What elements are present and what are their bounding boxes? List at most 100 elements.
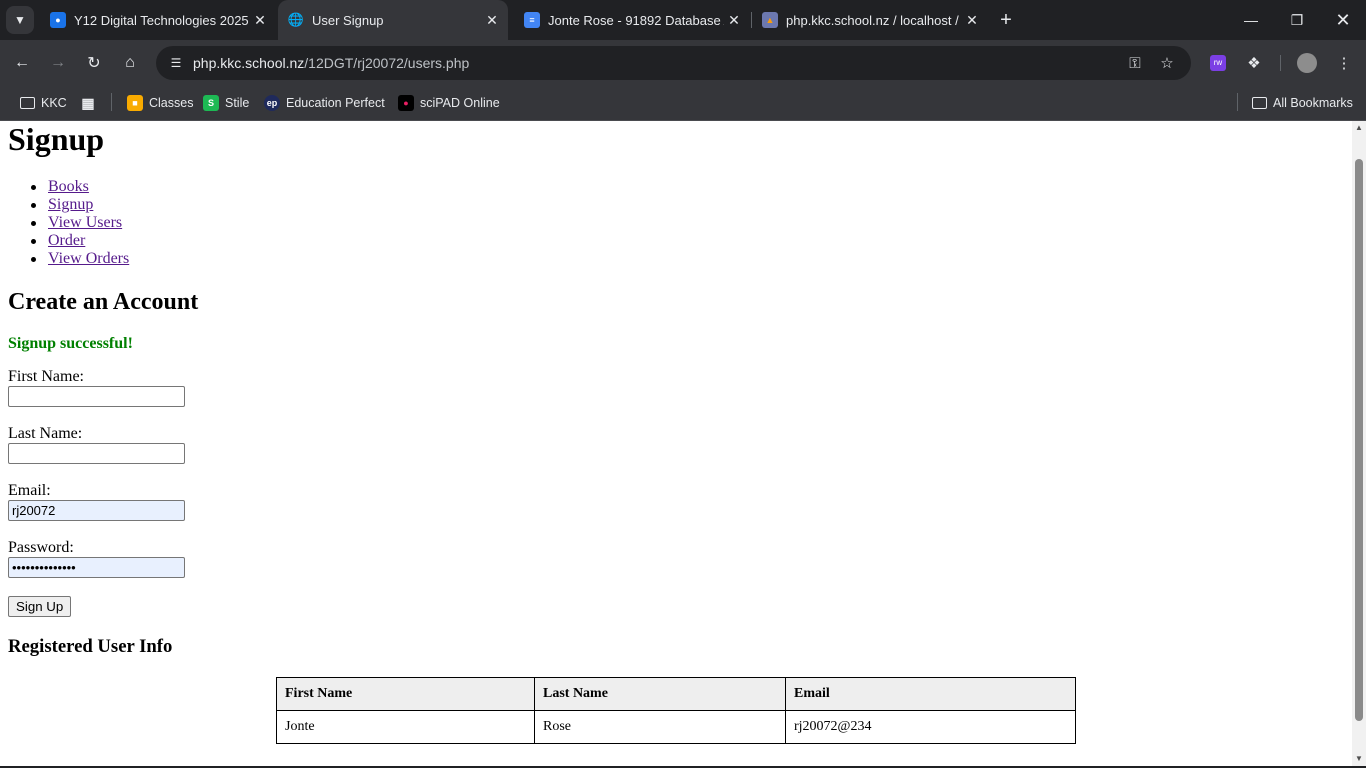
tab-title: Y12 Digital Technologies 2025 [74,12,249,28]
bookmarks-items: ■ Classes S Stile ep Education Perfect ●… [0,86,1366,121]
nav-link-books[interactable]: Books [48,178,89,195]
nav-item-signup: Signup [30,196,129,214]
globe-icon: 🌐 [287,12,305,27]
ep-icon: ep [264,95,280,111]
password-field[interactable] [8,557,185,578]
classroom-icon: ■ [127,95,143,111]
forward-button[interactable]: → [44,49,72,77]
bookmark-classes[interactable]: ■ Classes [127,91,193,115]
nav-item-order: Order [30,232,129,250]
tab-jonte-rose-doc[interactable]: ≡ Jonte Rose - 91892 Database A ✕ [514,0,750,40]
nav-link-view-orders[interactable]: View Orders [48,250,129,267]
column-header-last-name: Last Name [534,677,786,711]
form-heading: Create an Account [8,289,199,315]
tab-search-button[interactable]: ▼ [6,6,34,34]
sign-up-button[interactable]: Sign Up [8,596,72,617]
nav-link-signup[interactable]: Signup [48,196,93,213]
tab-user-signup[interactable]: 🌐 User Signup ✕ [278,0,508,40]
nav-item-view-users: View Users [30,214,129,232]
nav-link-view-users[interactable]: View Users [48,214,122,231]
bookmark-scipad[interactable]: ● sciPAD Online [398,91,500,115]
status-message: Signup successful! [8,335,133,352]
first-name-label: First Name: [8,368,84,385]
menu-button[interactable]: ⋮ [1330,49,1358,77]
scroll-down-icon[interactable]: ▼ [1352,754,1366,764]
minimize-icon: — [1244,12,1258,28]
bookmark-label: Stile [225,96,250,110]
page-title: Signup [8,121,105,157]
tab-phpmyadmin[interactable]: ▲ php.kkc.school.nz / localhost / r ✕ [752,0,988,40]
tab-title: Jonte Rose - 91892 Database A [548,12,724,28]
plus-icon: + [1000,8,1012,31]
nav-link-order[interactable]: Order [48,232,85,249]
all-bookmarks-label: All Bookmarks [1273,96,1353,110]
new-tab-button[interactable]: + [994,8,1018,32]
info-heading: Registered User Info [8,636,173,657]
arrow-left-icon: ← [14,54,30,71]
rw-extension-icon: rw [1210,55,1226,71]
users-table: First Name Last Name Email Jonte Rose rj… [276,677,1076,744]
minimize-button[interactable]: — [1228,0,1274,40]
cell-email: rj20072@234 [785,710,1076,744]
puzzle-icon[interactable]: ❖ [1240,49,1268,77]
restore-icon: ❐ [1290,11,1304,28]
close-icon[interactable]: ✕ [724,10,744,30]
page-scrollbar[interactable]: ▲ ▼ [1352,121,1366,766]
browser-toolbar: ← → ↻ ⌂ ☰ php.kkc.school.nz/12DGT/rj2007… [0,40,1366,86]
column-header-first-name: First Name [276,677,535,711]
bookmark-label: Classes [149,96,194,110]
last-name-field[interactable] [8,443,185,464]
reload-button[interactable]: ↻ [80,49,108,77]
cell-first-name: Jonte [276,710,535,744]
site-nav: Books Signup View Users Order View Order… [30,178,129,268]
email-label: Email: [8,482,51,499]
close-icon[interactable]: ✕ [250,10,270,30]
bookmark-label: Education Perfect [286,96,385,110]
home-icon: ⌂ [125,54,135,71]
last-name-label: Last Name: [8,425,83,442]
toolbar-separator [1280,55,1281,71]
cell-last-name: Rose [534,710,786,744]
password-label: Password: [8,539,74,556]
email-field[interactable] [8,500,185,521]
column-header-email: Email [785,677,1076,711]
scipad-icon: ● [398,95,414,111]
bookmark-separator [1237,93,1238,111]
restore-button[interactable]: ❐ [1274,0,1320,40]
address-bar[interactable]: ☰ php.kkc.school.nz/12DGT/rj20072/users.… [156,46,1191,80]
all-bookmarks-button[interactable]: All Bookmarks [1252,91,1353,115]
extension-icon[interactable]: rw [1204,49,1232,77]
url-text[interactable]: php.kkc.school.nz/12DGT/rj20072/users.ph… [193,55,469,71]
first-name-field[interactable] [8,386,185,407]
phpmyadmin-icon: ▲ [762,12,778,28]
scroll-up-icon[interactable]: ▲ [1352,123,1366,133]
table-row: Jonte Rose rj20072@234 [276,710,1076,744]
tab-strip: ▼ ● Y12 Digital Technologies 2025 ✕ 🌐 Us… [0,0,1366,40]
site-info-icon[interactable]: ☰ [164,51,188,75]
bookmark-label: sciPAD Online [420,96,500,110]
arrow-right-icon: → [50,54,66,71]
nav-item-view-orders: View Orders [30,250,129,268]
profile-avatar[interactable] [1293,49,1321,77]
stile-icon: S [203,95,219,111]
bookmark-education-perfect[interactable]: ep Education Perfect [264,91,385,115]
password-key-icon[interactable]: ⚿ [1123,51,1147,75]
home-button[interactable]: ⌂ [116,49,144,77]
url-host: php.kkc.school.nz [193,55,305,71]
page-content: Signup Books Signup View Users Order Vie… [0,121,1352,766]
scroll-thumb[interactable] [1355,159,1363,721]
bookmark-stile[interactable]: S Stile [203,91,249,115]
tab-y12-digital[interactable]: ● Y12 Digital Technologies 2025 ✕ [40,0,276,40]
nav-item-books: Books [30,178,129,196]
docs-icon: ≡ [524,12,540,28]
close-icon[interactable]: ✕ [482,10,502,30]
back-button[interactable]: ← [8,49,36,77]
tab-title: php.kkc.school.nz / localhost / r [786,12,962,28]
star-icon[interactable]: ☆ [1155,51,1179,75]
classroom-icon: ● [50,12,66,28]
avatar-icon [1297,53,1317,73]
close-icon[interactable]: ✕ [962,10,982,30]
close-window-button[interactable]: ✕ [1320,0,1366,40]
more-vert-icon: ⋮ [1336,55,1352,72]
close-icon: ✕ [1335,9,1351,30]
